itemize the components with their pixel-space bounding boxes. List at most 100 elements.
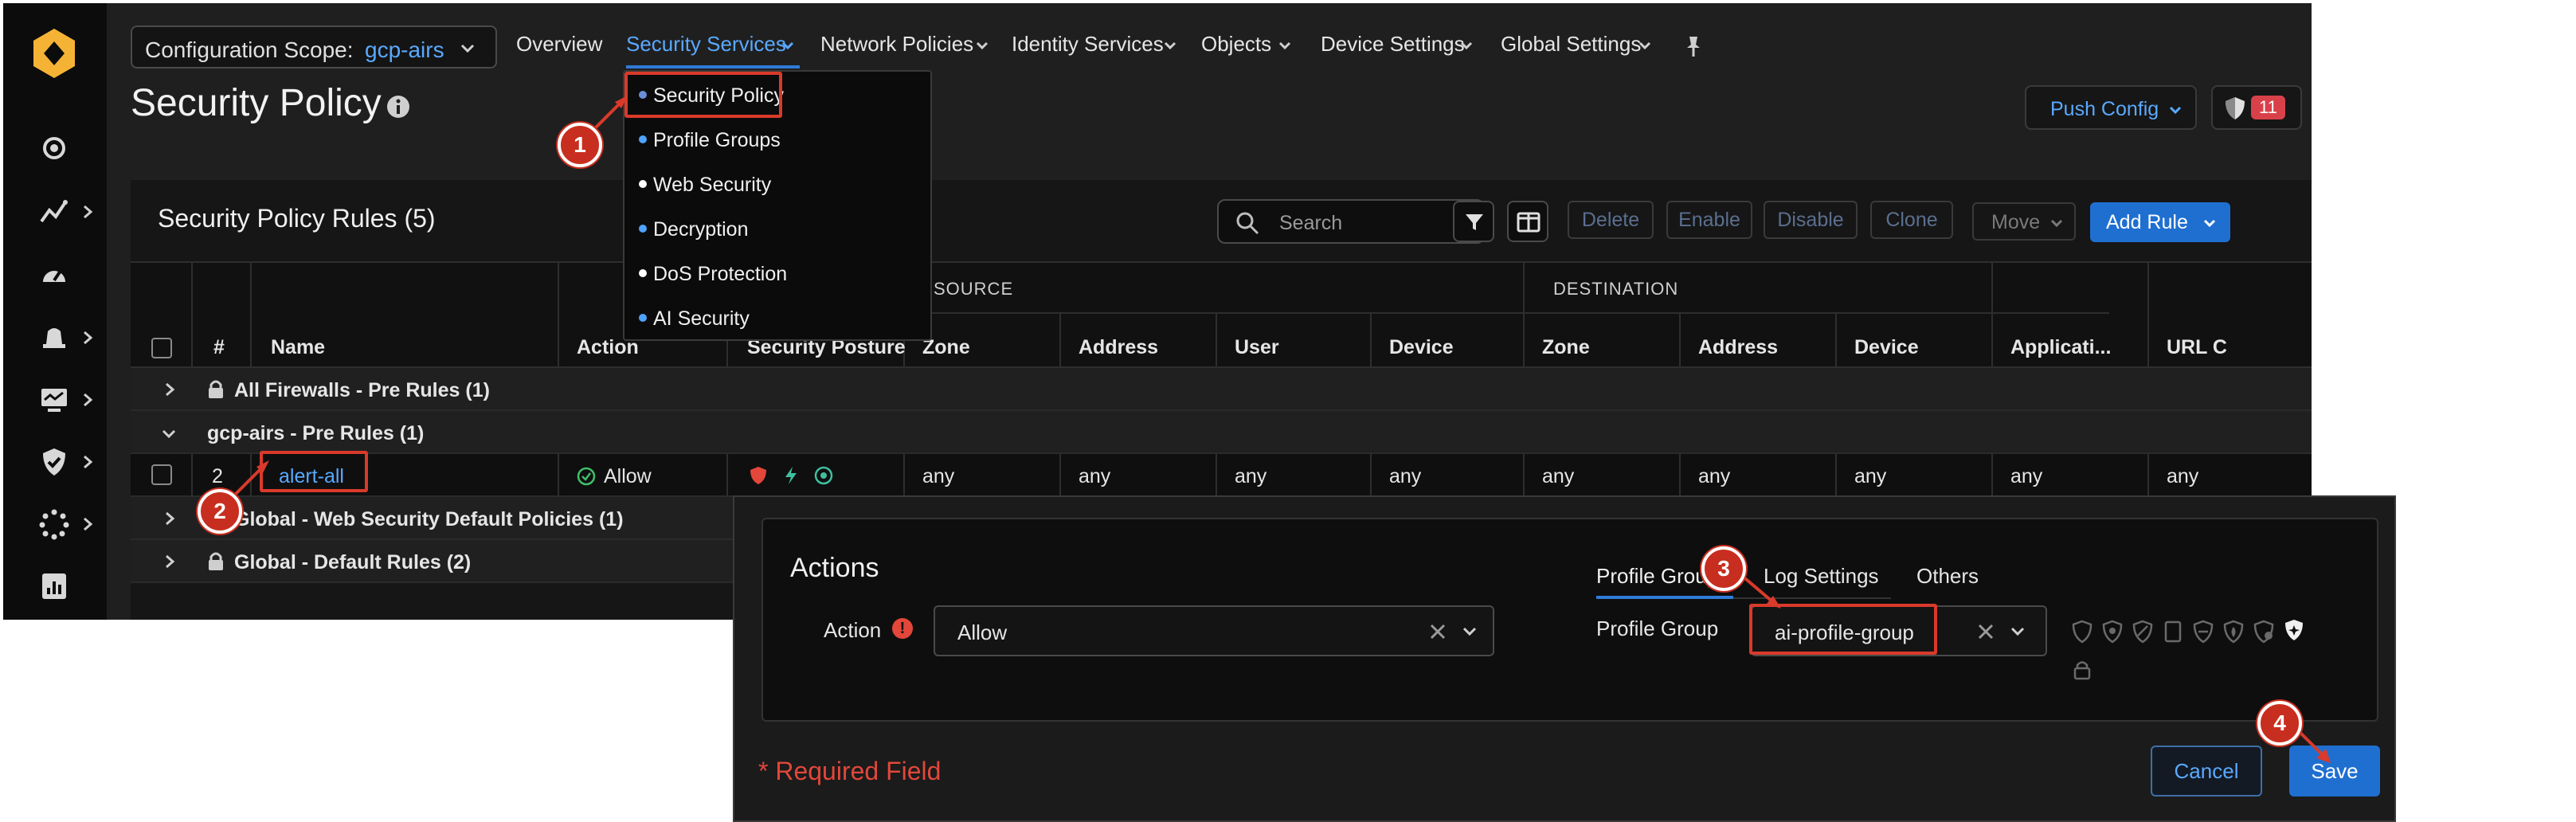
alarm-bell-icon[interactable] [38,322,70,354]
select-all-checkbox[interactable] [151,338,172,358]
nav-security-services[interactable]: Security Services [626,32,786,57]
table-row-group[interactable]: gcp-airs - Pre Rules (1) [131,411,2312,454]
chevron-down-icon [2169,106,2182,115]
chevron-down-icon [2203,219,2216,228]
chevron-right-icon[interactable] [162,382,177,397]
shield-check-icon[interactable] [38,446,70,478]
info-icon[interactable] [386,94,411,119]
chevron-down-icon [460,44,475,53]
nav-device-settings[interactable]: Device Settings [1321,32,1465,57]
column-header-destination-device[interactable]: Device [1854,336,1919,359]
column-header-url-category[interactable]: URL C [2167,336,2227,359]
callout-step-1: 1 [558,123,602,167]
gauge-icon[interactable] [38,260,70,292]
table-row-group[interactable]: All Firewalls - Pre Rules (1) [131,368,2312,411]
add-rule-button[interactable]: Add Rule [2090,202,2230,242]
ai-security-profile-icon [2285,620,2303,640]
file-blocking-profile-icon [2164,620,2182,643]
nav-overview[interactable]: Overview [516,32,602,57]
nav-identity-services[interactable]: Identity Services [1012,32,1164,57]
clear-icon[interactable] [1429,623,1447,640]
push-config-button[interactable]: Push Config [2025,85,2197,130]
filter-icon [1466,214,1483,230]
scope-value: gcp-airs [365,37,444,62]
action-select[interactable]: Allow [934,605,1494,656]
brand-logo-icon[interactable] [30,27,78,80]
activity-icon[interactable] [38,196,70,228]
source-group-header: SOURCE [934,279,1014,299]
pin-icon[interactable] [1684,35,1703,57]
menu-item-decryption[interactable]: Decryption [631,209,926,249]
column-header-application[interactable]: Applicati... [2010,336,2111,359]
columns-button[interactable] [1507,201,1548,242]
row-checkbox[interactable] [151,464,172,485]
clear-icon[interactable] [1977,623,1995,640]
antispyware-profile-icon [2102,620,2123,644]
chevron-down-icon[interactable] [1461,623,1478,640]
action-field-label: Action [824,618,882,642]
configuration-scope-select[interactable]: Configuration Scope: gcp-airs [131,25,497,68]
chevron-right-icon[interactable] [80,330,96,346]
tab-profile-group[interactable]: Profile Group [1596,564,1718,589]
enable-button[interactable]: Enable [1666,201,1752,239]
chevron-right-icon[interactable] [162,554,177,569]
page-title: Security Policy [131,82,382,124]
antivirus-profile-icon [2072,620,2093,644]
chevron-down-icon [2050,219,2063,228]
nav-objects[interactable]: Objects [1201,32,1271,57]
group-label: Global - Web Security Default Policies (… [234,508,624,530]
chevron-right-icon[interactable] [80,454,96,470]
menu-item-profile-groups[interactable]: Profile Groups [631,119,926,159]
left-sidebar [3,3,107,620]
settings-dots-icon[interactable] [38,508,70,540]
monitor-icon[interactable] [38,384,70,416]
chevron-right-icon[interactable] [162,511,177,526]
nav-network-policies[interactable]: Network Policies [820,32,973,57]
column-header-source-address[interactable]: Address [1079,336,1158,359]
menu-item-label: Web Security [653,174,772,196]
column-header-number[interactable]: # [213,336,225,359]
move-button[interactable]: Move [1972,202,2076,241]
menu-item-dos-protection[interactable]: DoS Protection [631,253,926,293]
chevron-down-icon [781,41,794,50]
column-header-source-device[interactable]: Device [1389,336,1454,359]
menu-item-web-security[interactable]: Web Security [631,164,926,204]
column-header-destination-zone[interactable]: Zone [1542,336,1590,359]
cancel-button[interactable]: Cancel [2151,746,2262,797]
dashboard-icon[interactable] [38,132,70,164]
shield-icon [2226,97,2245,119]
table-row[interactable]: 2 alert-all Allow any any any any any an… [131,454,2312,497]
cell-destination-address: any [1698,465,1731,487]
target-icon[interactable] [814,466,833,485]
column-header-destination-address[interactable]: Address [1698,336,1778,359]
dialog-title: Actions [790,553,879,583]
tab-others[interactable]: Others [1916,564,1979,589]
dns-security-profile-icon [2253,620,2274,644]
destination-group-header: DESTINATION [1553,279,1679,299]
chevron-right-icon[interactable] [80,204,96,220]
menu-item-ai-security[interactable]: AI Security [631,298,926,338]
disable-button[interactable]: Disable [1764,201,1858,239]
delete-button[interactable]: Delete [1568,201,1654,239]
highlight-rule-name [260,451,368,492]
filter-button[interactable] [1453,201,1494,242]
search-input[interactable]: Search [1217,199,1485,244]
column-header-source-user[interactable]: User [1235,336,1279,359]
cell-destination-zone: any [1542,465,1575,487]
threat-shield-icon[interactable] [749,465,768,486]
chevron-down-icon [1278,41,1291,50]
security-alerts-button[interactable]: 11 [2211,85,2302,130]
nav-global-settings[interactable]: Global Settings [1501,32,1641,57]
clone-button[interactable]: Clone [1870,201,1953,239]
column-header-name[interactable]: Name [271,336,325,359]
reports-icon[interactable] [38,570,70,602]
required-field-note: * Required Field [758,757,942,785]
cell-url-category: any [2167,465,2199,487]
profile-group-field-label: Profile Group [1596,616,1719,640]
chevron-down-icon[interactable] [161,427,177,441]
chevron-right-icon[interactable] [80,516,96,532]
chevron-right-icon[interactable] [80,392,96,408]
chevron-down-icon[interactable] [2009,623,2026,640]
lightning-icon[interactable] [782,465,800,486]
profile-group-select[interactable]: ai-profile-group [1749,604,2047,656]
